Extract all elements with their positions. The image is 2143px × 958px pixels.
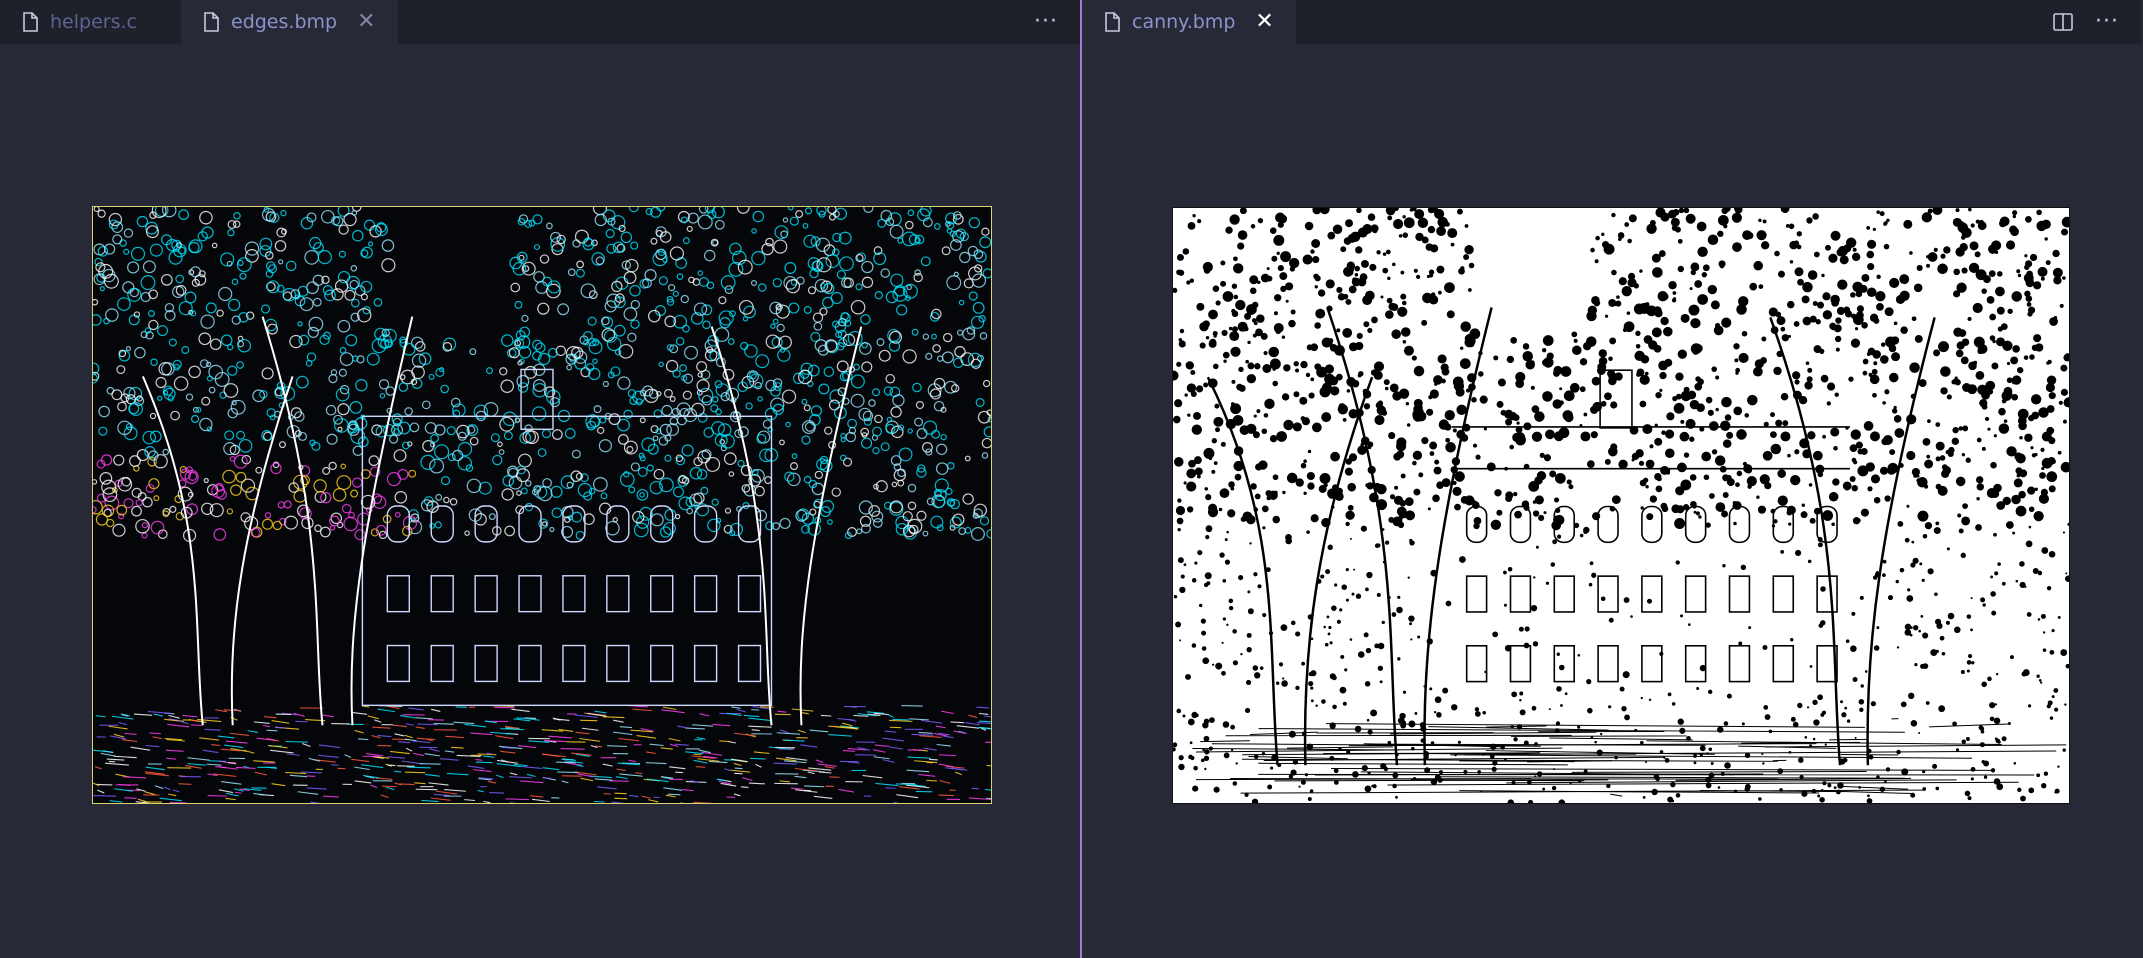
- edges-image: [92, 206, 992, 804]
- close-icon[interactable]: ✕: [1255, 11, 1273, 33]
- tab-bar-right: canny.bmp ✕ ···: [1082, 0, 2141, 44]
- file-icon: [203, 12, 219, 32]
- editor-group-left: helpers.c edges.bmp ✕ ···: [0, 0, 1082, 958]
- image-preview-right: [1082, 44, 2141, 958]
- tab-bar-left: helpers.c edges.bmp ✕ ···: [0, 0, 1080, 44]
- canny-image-canvas: [1173, 208, 2069, 803]
- tab-canny-bmp[interactable]: canny.bmp ✕: [1082, 0, 1296, 44]
- editor-group-right: canny.bmp ✕ ···: [1082, 0, 2141, 958]
- file-icon: [1104, 12, 1120, 32]
- file-icon: [22, 12, 38, 32]
- tab-actions-right: ···: [2053, 0, 2141, 44]
- tab-label: helpers.c: [50, 11, 137, 33]
- tab-label: canny.bmp: [1132, 11, 1236, 33]
- editor-window: helpers.c edges.bmp ✕ ··· canny.bmp ✕ ··…: [0, 0, 2143, 958]
- edge-texture: [93, 207, 991, 803]
- more-actions-icon[interactable]: ···: [2095, 11, 2119, 33]
- tab-label: edges.bmp: [231, 11, 338, 33]
- tab-actions-left: ···: [1034, 0, 1080, 44]
- tab-helpers-c[interactable]: helpers.c: [0, 0, 181, 44]
- split-editor-icon[interactable]: [2053, 13, 2073, 31]
- canny-image: [1172, 207, 2070, 804]
- close-icon[interactable]: ✕: [357, 11, 375, 33]
- tab-edges-bmp[interactable]: edges.bmp ✕: [181, 0, 398, 44]
- image-preview-left: [0, 44, 1080, 958]
- edges-image-canvas: [93, 207, 991, 803]
- tree-edges: [141, 316, 863, 726]
- canny-texture: [1173, 208, 2069, 803]
- more-actions-icon[interactable]: ···: [1034, 11, 1058, 33]
